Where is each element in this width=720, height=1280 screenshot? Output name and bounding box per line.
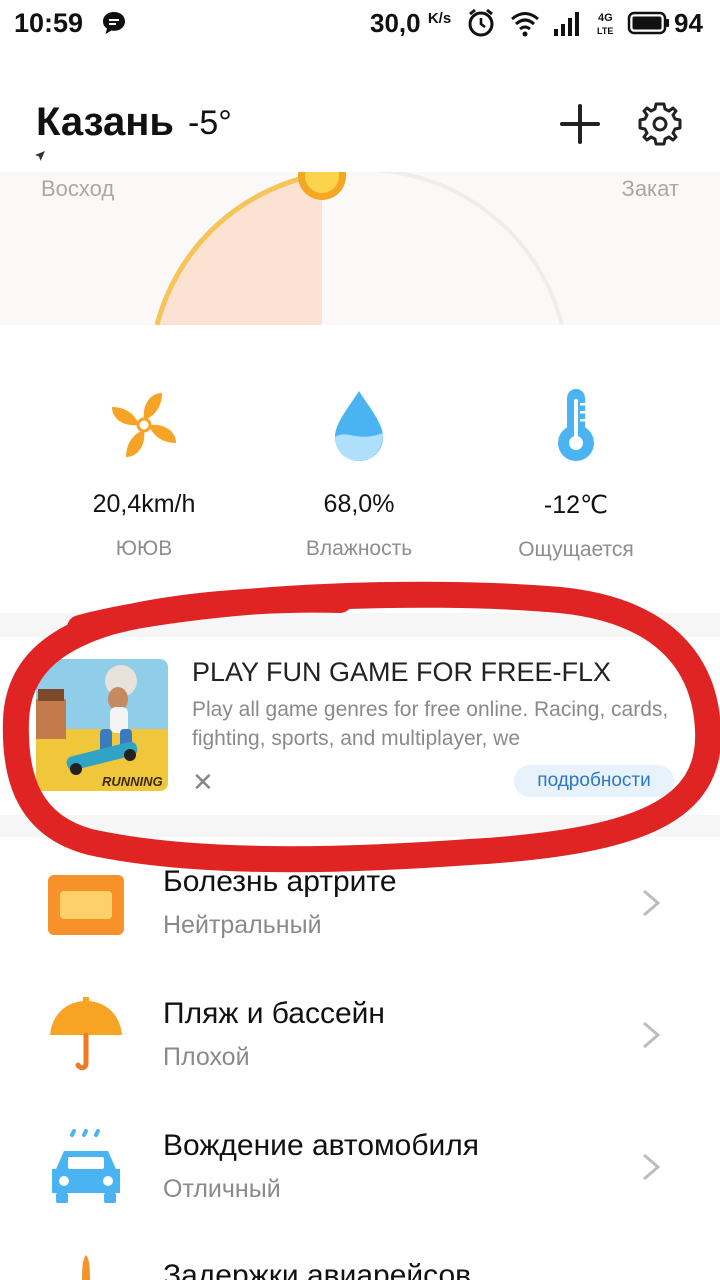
thermometer-icon xyxy=(558,389,594,461)
status-time: 10:59 xyxy=(14,8,84,38)
section-divider xyxy=(0,815,720,837)
wind-label: ЮЮВ xyxy=(115,537,173,560)
ad-close-button[interactable]: ✕ xyxy=(192,767,214,798)
network-speed: 30,0 K/s xyxy=(370,8,451,39)
feels-like-metric: -12℃ Ощущается xyxy=(466,385,686,562)
activity-name: Болезнь артрите xyxy=(163,865,397,898)
car-icon xyxy=(52,1129,120,1203)
ticket-icon xyxy=(48,875,124,935)
activity-name: Задержки авиарейсов xyxy=(163,1259,472,1280)
sunrise-label: Восход xyxy=(41,176,115,201)
feels-like-label: Ощущается xyxy=(518,538,634,561)
alarm-icon xyxy=(468,8,494,37)
chevron-right-icon xyxy=(643,889,661,917)
activity-status: Плохой xyxy=(163,1043,250,1071)
activity-row-beach[interactable]: Пляж и бассейн Плохой xyxy=(0,969,720,1101)
activity-row-arthritis[interactable]: Болезнь артрите Нейтральный xyxy=(0,837,720,969)
sunset-label: Закат xyxy=(621,176,679,201)
network-type-top: 4G xyxy=(598,12,613,24)
wind-value: 20,4km/h xyxy=(92,490,196,518)
network-speed-value: 30,0 xyxy=(370,8,421,38)
status-bar: 10:59 30,0 K/s 4G LTE 94 xyxy=(0,0,720,48)
wind-metric: 20,4km/h ЮЮВ xyxy=(34,385,254,561)
battery-percent: 94 xyxy=(674,8,703,38)
ad-details-button[interactable]: подробности xyxy=(514,765,674,797)
water-drop-icon xyxy=(335,391,383,461)
settings-gear-icon[interactable] xyxy=(636,100,684,148)
wifi-icon xyxy=(511,12,539,37)
ad-game-illustration: RUNNING xyxy=(36,659,168,791)
ad-image-caption: RUNNING xyxy=(102,774,163,789)
ad-banner[interactable]: RUNNING PLAY FUN GAME FOR FREE-FLX Play … xyxy=(0,637,720,815)
current-temperature: -5° xyxy=(188,104,232,142)
network-type-bottom: LTE xyxy=(597,26,613,36)
city-name[interactable]: Казань xyxy=(36,100,174,145)
humidity-metric: 68,0% Влажность xyxy=(249,385,469,561)
ad-title[interactable]: PLAY FUN GAME FOR FREE-FLX xyxy=(192,657,702,688)
network-speed-unit: K/s xyxy=(427,10,452,27)
humidity-label: Влажность xyxy=(305,537,413,560)
plane-icon xyxy=(82,1255,90,1280)
message-icon xyxy=(103,12,125,34)
activity-row-flights[interactable]: Задержки авиарейсов xyxy=(0,1233,720,1280)
humidity-value: 68,0% xyxy=(323,490,395,518)
chevron-right-icon xyxy=(643,1021,661,1049)
activity-row-driving[interactable]: Вождение автомобиля Отличный xyxy=(0,1101,720,1233)
chevron-right-icon xyxy=(643,1153,661,1181)
activity-status: Нейтральный xyxy=(163,911,322,939)
activity-status: Отличный xyxy=(163,1175,281,1203)
fan-icon xyxy=(112,393,176,457)
feels-like-value: -12℃ xyxy=(543,491,609,519)
umbrella-icon xyxy=(50,997,122,1071)
sun-arc-section: Восход Закат xyxy=(0,172,720,325)
battery-icon xyxy=(627,11,669,35)
signal-icon xyxy=(554,12,579,36)
ad-description[interactable]: Play all game genres for free online. Ra… xyxy=(192,695,672,753)
section-divider xyxy=(0,613,720,637)
status-icons: 4G LTE xyxy=(468,8,669,37)
add-city-button[interactable] xyxy=(556,100,604,148)
location-arrow-icon xyxy=(35,151,45,161)
activity-name: Вождение автомобиля xyxy=(163,1129,480,1162)
ad-game-image[interactable]: RUNNING xyxy=(36,659,168,791)
activity-name: Пляж и бассейн xyxy=(163,997,385,1030)
